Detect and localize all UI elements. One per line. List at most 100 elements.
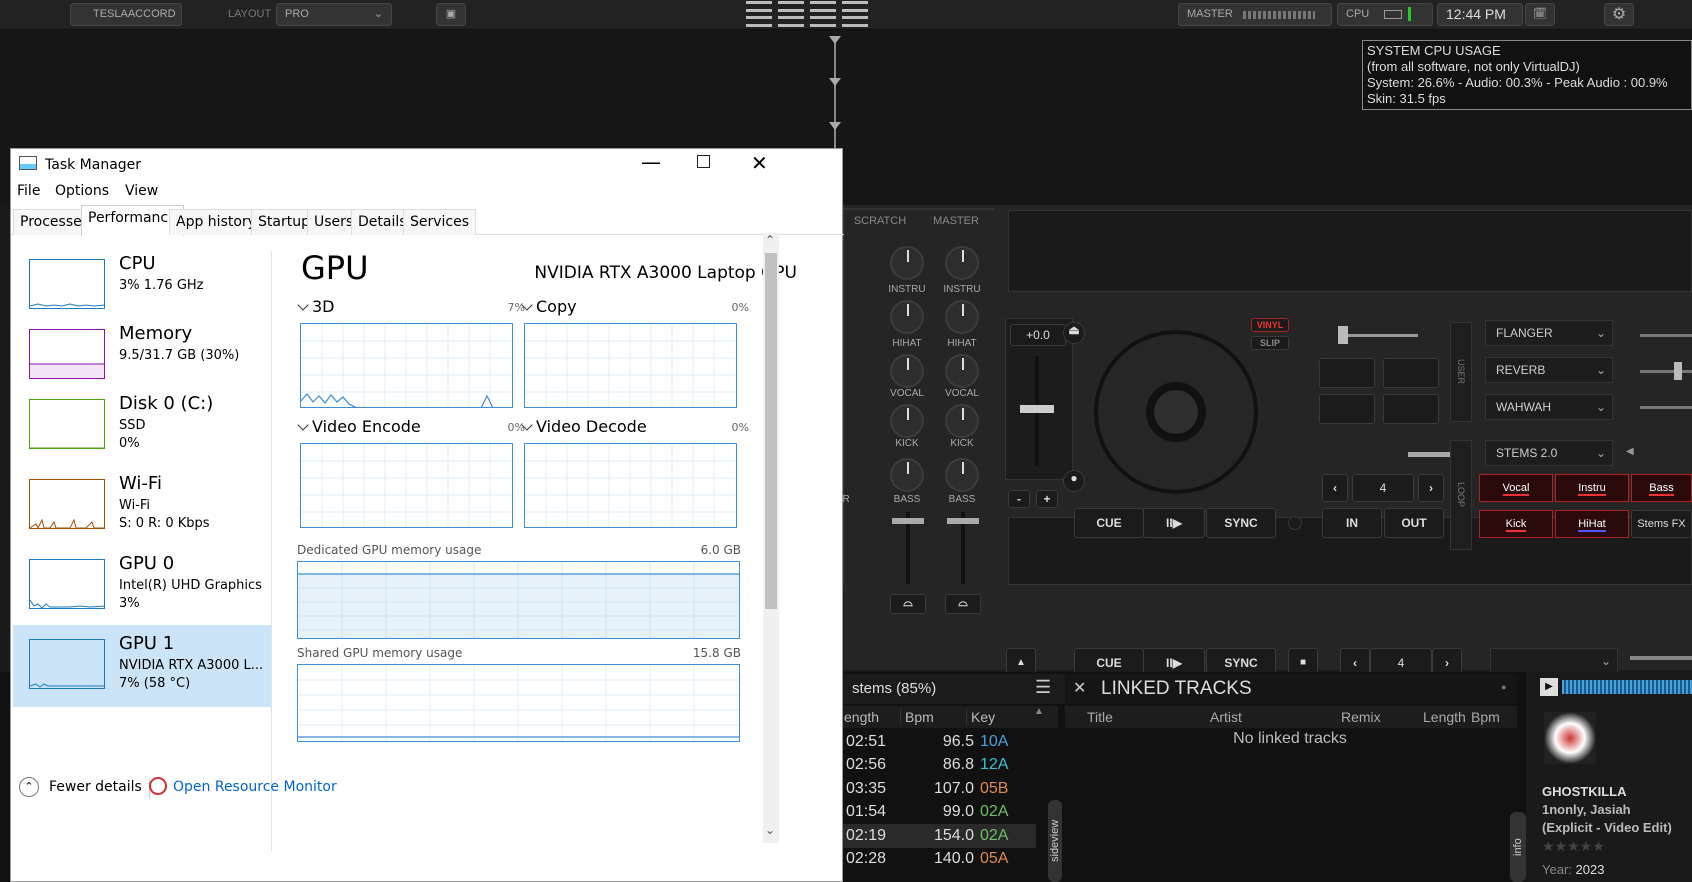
linked-col-bpm[interactable]: Bpm bbox=[1471, 709, 1500, 725]
pitch-handle[interactable] bbox=[1020, 405, 1054, 413]
col-bpm[interactable]: Bpm bbox=[900, 709, 934, 725]
cube-icon[interactable]: ▣ bbox=[436, 3, 466, 26]
list-menu-icon[interactable]: ☰ bbox=[1035, 677, 1051, 698]
graph-decode-header[interactable]: Video Decode bbox=[521, 417, 647, 436]
fx1-select[interactable]: FLANGER ⌄ bbox=[1485, 320, 1613, 346]
play-pause-button[interactable]: II▶ bbox=[1143, 508, 1205, 538]
sideview-tab[interactable]: sideview bbox=[1048, 800, 1062, 882]
pad-2[interactable] bbox=[1383, 358, 1439, 388]
pad-1[interactable] bbox=[1319, 358, 1375, 388]
graph-encode-header[interactable]: Video Encode bbox=[297, 417, 421, 436]
bass-knob-left[interactable] bbox=[890, 458, 924, 492]
stem-hihat-pad[interactable]: HiHat bbox=[1555, 510, 1629, 538]
stems-fx-button[interactable]: Stems FX bbox=[1631, 510, 1692, 538]
layout-bars-icon-4[interactable] bbox=[842, 1, 868, 27]
instru-knob-right[interactable] bbox=[945, 246, 979, 280]
pad-4[interactable] bbox=[1383, 394, 1439, 424]
sidebar-item-gpu-0[interactable]: GPU 0 Intel(R) UHD Graphics 3% bbox=[13, 545, 271, 627]
close-icon[interactable]: ✕ bbox=[751, 151, 768, 175]
col-length[interactable]: ength bbox=[844, 709, 879, 725]
master-header[interactable]: MASTER bbox=[918, 208, 994, 230]
stem-instru-pad[interactable]: Instru bbox=[1555, 474, 1629, 502]
pitch-plus-button[interactable]: + bbox=[1036, 490, 1058, 508]
table-row[interactable]: 02:28 140.0 05A bbox=[840, 847, 1036, 871]
loop-out-button[interactable]: OUT bbox=[1384, 508, 1444, 538]
instru-knob-left[interactable] bbox=[890, 246, 924, 280]
hihat-knob-right[interactable] bbox=[945, 300, 979, 334]
kick-knob-left[interactable] bbox=[890, 404, 924, 438]
loop-halve-icon[interactable]: ‹ bbox=[1322, 474, 1348, 502]
mini-waveform[interactable] bbox=[1562, 680, 1692, 694]
deck2-slider[interactable] bbox=[1630, 656, 1692, 660]
pitch-value[interactable]: +0.0 bbox=[1010, 324, 1066, 346]
scroll-down-icon[interactable]: ⌄ bbox=[765, 823, 775, 837]
sidebar-item-wi-fi[interactable]: Wi-Fi Wi-Fi S: 0 R: 0 Kbps bbox=[13, 465, 271, 547]
headphone-right-icon[interactable]: ⌓ bbox=[945, 594, 981, 614]
scroll-up-icon[interactable]: ▲ bbox=[1034, 706, 1048, 726]
bass-knob-right[interactable] bbox=[945, 458, 979, 492]
slip-button[interactable]: SLIP bbox=[1251, 336, 1289, 350]
sidebar-item-gpu-1[interactable]: GPU 1 NVIDIA RTX A3000 L... 7% (58 °C) bbox=[13, 625, 271, 707]
scratch-header[interactable]: SCRATCH bbox=[842, 208, 918, 230]
hihat-knob-left[interactable] bbox=[890, 300, 924, 334]
layout-select[interactable]: PRO ⌄ bbox=[276, 3, 392, 26]
fx2-handle[interactable] bbox=[1674, 362, 1682, 380]
linked-col-artist[interactable]: Artist bbox=[1210, 709, 1242, 725]
filter-slider[interactable] bbox=[1338, 334, 1418, 337]
pitch-minus-button[interactable]: - bbox=[1008, 490, 1030, 508]
filter-handle[interactable] bbox=[1338, 326, 1348, 344]
master-meter[interactable]: MASTER bbox=[1178, 3, 1332, 26]
loop-double-icon[interactable]: › bbox=[1418, 474, 1444, 502]
graph-3d-header[interactable]: 3D bbox=[297, 297, 335, 316]
menu-view[interactable]: View bbox=[125, 183, 158, 199]
stem-vocal-pad[interactable]: Vocal bbox=[1479, 474, 1553, 502]
maximize-icon[interactable] bbox=[697, 155, 710, 168]
fx2-select[interactable]: REVERB ⌄ bbox=[1485, 357, 1613, 383]
stem-kick-pad[interactable]: Kick bbox=[1479, 510, 1553, 538]
fader-handle[interactable] bbox=[947, 518, 979, 524]
layout-bars-icon-3[interactable] bbox=[810, 1, 836, 27]
sync-button[interactable]: SYNC bbox=[1206, 508, 1276, 538]
table-row[interactable]: 02:51 96.5 10A bbox=[840, 730, 1036, 754]
stem-bass-pad[interactable]: Bass bbox=[1631, 474, 1692, 502]
cue-button[interactable]: CUE bbox=[1074, 508, 1144, 538]
vocal-knob-right[interactable] bbox=[945, 354, 979, 388]
eject-icon[interactable]: ⏏ bbox=[1063, 322, 1085, 344]
layout-bars-icon-2[interactable] bbox=[778, 1, 804, 27]
fader-handle[interactable] bbox=[892, 518, 924, 524]
scrollbar-thumb[interactable] bbox=[765, 253, 777, 609]
linked-col-length[interactable]: Length bbox=[1423, 709, 1466, 725]
minimize-icon[interactable]: — bbox=[641, 150, 661, 174]
col-key[interactable]: Key bbox=[966, 709, 995, 725]
dot-icon[interactable]: ● bbox=[1501, 682, 1506, 692]
table-row[interactable]: 02:56 86.8 12A bbox=[840, 753, 1036, 777]
fx2-slider[interactable] bbox=[1640, 370, 1692, 373]
fx3-select[interactable]: WAHWAH ⌄ bbox=[1485, 394, 1613, 420]
play-icon[interactable]: ▶ bbox=[1540, 678, 1558, 696]
cpu-meter[interactable]: CPU bbox=[1337, 3, 1433, 26]
gear-icon[interactable]: ⚙ bbox=[1604, 3, 1634, 26]
calendar-icon[interactable]: 🗓 bbox=[1525, 3, 1555, 26]
table-row[interactable]: 01:54 99.0 02A bbox=[840, 800, 1036, 824]
loop-size[interactable]: 4 bbox=[1352, 474, 1414, 502]
fx1-slider[interactable] bbox=[1640, 334, 1692, 337]
headphone-left-icon[interactable]: ⌓ bbox=[890, 594, 926, 614]
kick-knob-right[interactable] bbox=[945, 404, 979, 438]
fx3-slider[interactable] bbox=[1640, 406, 1692, 409]
scroll-up-icon[interactable]: ⌃ bbox=[765, 233, 775, 247]
vinyl-button[interactable]: VINYL bbox=[1251, 318, 1289, 332]
info-tab[interactable]: info bbox=[1510, 812, 1526, 882]
table-row[interactable]: 03:35 107.0 05B bbox=[840, 777, 1036, 801]
menu-file[interactable]: File bbox=[17, 183, 40, 199]
user-badge[interactable]: TESLAACCORD bbox=[70, 3, 182, 26]
tab-app-history[interactable]: App history bbox=[169, 209, 263, 235]
triangle-left-icon[interactable]: ◀ bbox=[1626, 446, 1634, 457]
title-bar[interactable]: Task Manager — ✕ bbox=[11, 149, 844, 179]
pad-3[interactable] bbox=[1319, 394, 1375, 424]
stems-select[interactable]: STEMS 2.0 ⌄ bbox=[1485, 440, 1613, 466]
scrollbar[interactable]: ⌃ ⌄ bbox=[763, 233, 779, 843]
rating-stars[interactable]: ★★★★★ bbox=[1542, 838, 1605, 855]
layout-bars-icon-1[interactable] bbox=[746, 1, 772, 27]
graph-copy-header[interactable]: Copy bbox=[521, 297, 577, 316]
table-row[interactable]: 02:19 154.0 02A bbox=[840, 823, 1036, 848]
